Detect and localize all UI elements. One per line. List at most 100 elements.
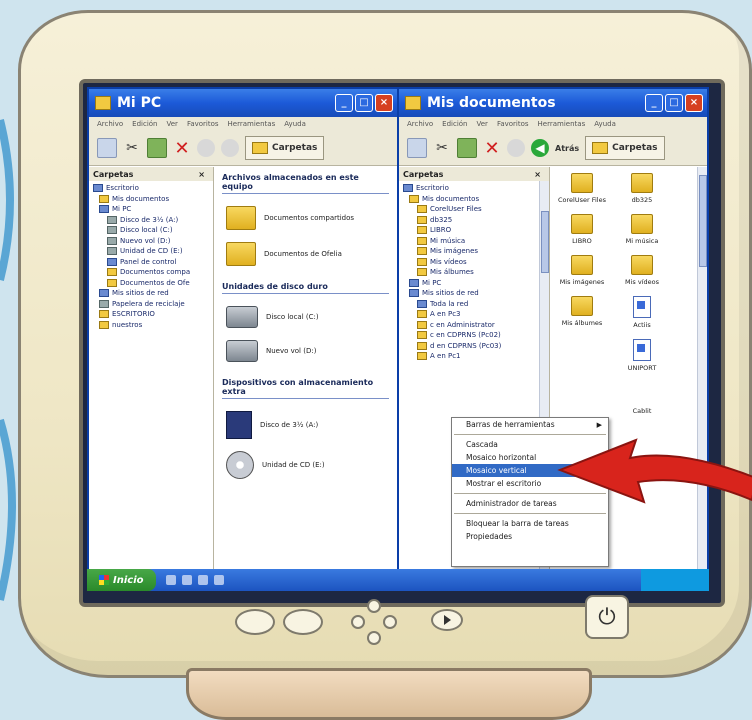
tree-item[interactable]: Escritorio	[403, 183, 549, 194]
menu-ayuda[interactable]: Ayuda	[284, 120, 306, 128]
delete-icon[interactable]: ✕	[173, 138, 191, 159]
scrollbar-thumb[interactable]	[541, 211, 549, 273]
start-button[interactable]: Inicio	[87, 569, 156, 591]
file-item[interactable]: UNIPORT	[614, 339, 670, 372]
file-item[interactable]	[554, 339, 610, 372]
tree-item[interactable]: Mis documentos	[93, 194, 213, 205]
menu-item-lock-taskbar[interactable]: Bloquear la barra de tareas	[452, 517, 608, 530]
tree-item[interactable]: Mis sitios de red	[403, 288, 549, 299]
mi-pc-window[interactable]: Mi PC _ □ × Archivo Edición Ver Favorito…	[87, 87, 399, 573]
tree-item[interactable]: Toda la red	[403, 299, 549, 310]
quick-launch-icon[interactable]	[165, 575, 176, 585]
tree-item[interactable]: Disco local (C:)	[93, 225, 213, 236]
menu-item-properties[interactable]: Propiedades	[452, 530, 608, 543]
pane-close-icon[interactable]: ×	[534, 170, 541, 179]
maximize-icon[interactable]: □	[665, 94, 683, 112]
mis-documentos-titlebar[interactable]: Mis documentos _ □ ×	[399, 89, 707, 117]
tree-item[interactable]: Mis imágenes	[403, 246, 549, 257]
tree-item[interactable]: Nuevo vol (D:)	[93, 236, 213, 247]
dpad-icon	[351, 599, 397, 645]
tree-item[interactable]: A en Pc1	[403, 351, 549, 362]
tree-item[interactable]: LIBRO	[403, 225, 549, 236]
paste-icon[interactable]	[147, 138, 167, 158]
tree-item[interactable]: Mis sitios de red	[93, 288, 213, 299]
file-item[interactable]: Actiis	[614, 296, 670, 329]
tree-item[interactable]: Unidad de CD (E:)	[93, 246, 213, 257]
folder-icon	[99, 320, 109, 329]
cut-icon[interactable]: ✂	[433, 139, 451, 157]
menu-favoritos[interactable]: Favoritos	[497, 120, 529, 128]
maximize-icon[interactable]: □	[355, 94, 373, 112]
pane-close-icon[interactable]: ×	[198, 170, 205, 179]
menu-ver[interactable]: Ver	[477, 120, 488, 128]
menu-edicion[interactable]: Edición	[132, 120, 157, 128]
folder-item[interactable]: LIBRO	[554, 214, 610, 245]
close-icon[interactable]: ×	[685, 94, 703, 112]
paste-icon[interactable]	[457, 138, 477, 158]
taskbar[interactable]: Inicio	[87, 569, 709, 591]
folder-item[interactable]: Mis álbumes	[554, 296, 610, 329]
folder-icon	[107, 278, 117, 287]
scrollbar-thumb[interactable]	[699, 175, 707, 267]
folder-item[interactable]: Mi música	[614, 214, 670, 245]
shared-folder-item[interactable]: Documentos compartidos	[226, 206, 397, 230]
menu-archivo[interactable]: Archivo	[97, 120, 123, 128]
close-icon[interactable]: ×	[375, 94, 393, 112]
tree-item[interactable]: Documentos compa	[93, 267, 213, 278]
tree-item[interactable]: Mi música	[403, 236, 549, 247]
folder-item[interactable]: Mis imágenes	[554, 255, 610, 286]
drive-d-item[interactable]: Nuevo vol (D:)	[226, 340, 397, 362]
folder-item[interactable]: db325	[614, 173, 670, 204]
copy-icon[interactable]	[97, 138, 117, 158]
file-item[interactable]	[554, 382, 610, 415]
tree-item[interactable]: c en CDPRNS (Pc02)	[403, 330, 549, 341]
menu-ayuda[interactable]: Ayuda	[594, 120, 616, 128]
tree-item[interactable]: Disco de 3½ (A:)	[93, 215, 213, 226]
menu-archivo[interactable]: Archivo	[407, 120, 433, 128]
folder-item[interactable]: CorelUser Files	[554, 173, 610, 204]
menu-herramientas[interactable]: Herramientas	[228, 120, 276, 128]
user-folder-item[interactable]: Documentos de Ofelia	[226, 242, 397, 266]
floppy-item[interactable]: Disco de 3½ (A:)	[226, 411, 397, 439]
tree-item[interactable]: Mis álbumes	[403, 267, 549, 278]
folders-button[interactable]: Carpetas	[585, 136, 665, 160]
tree-item[interactable]: Mis vídeos	[403, 257, 549, 268]
mi-pc-titlebar[interactable]: Mi PC _ □ ×	[89, 89, 397, 117]
quick-launch-icon[interactable]	[197, 575, 208, 585]
menu-ver[interactable]: Ver	[167, 120, 178, 128]
menu-edicion[interactable]: Edición	[442, 120, 467, 128]
tree-item[interactable]: Mi PC	[93, 204, 213, 215]
tree-item[interactable]: Escritorio	[93, 183, 213, 194]
tree-item[interactable]: Papelera de reciclaje	[93, 299, 213, 310]
tree-item[interactable]: c en Administrator	[403, 320, 549, 331]
file-item[interactable]: Cablit	[614, 382, 670, 415]
back-icon[interactable]	[221, 139, 239, 157]
minimize-icon[interactable]: _	[335, 94, 353, 112]
tree-item[interactable]: Mis documentos	[403, 194, 549, 205]
undo-icon[interactable]	[507, 139, 525, 157]
back-icon[interactable]: ◀	[531, 139, 549, 157]
tree-item[interactable]: CorelUser Files	[403, 204, 549, 215]
tree-item[interactable]: nuestros	[93, 320, 213, 331]
tree-item[interactable]: Mi PC	[403, 278, 549, 289]
delete-icon[interactable]: ✕	[483, 138, 501, 159]
tree-item[interactable]: A en Pc3	[403, 309, 549, 320]
cd-item[interactable]: Unidad de CD (E:)	[226, 451, 397, 479]
folder-item[interactable]: Mis vídeos	[614, 255, 670, 286]
quick-launch-icon[interactable]	[181, 575, 192, 585]
folders-button[interactable]: Carpetas	[245, 136, 325, 160]
undo-icon[interactable]	[197, 139, 215, 157]
minimize-icon[interactable]: _	[645, 94, 663, 112]
tree-item[interactable]: ESCRITORIO	[93, 309, 213, 320]
tree-item[interactable]: Documentos de Ofe	[93, 278, 213, 289]
back-label[interactable]: Atrás	[555, 144, 579, 153]
tree-item[interactable]: db325	[403, 215, 549, 226]
quick-launch-icon[interactable]	[213, 575, 224, 585]
tree-item[interactable]: d en CDPRNS (Pc03)	[403, 341, 549, 352]
cut-icon[interactable]: ✂	[123, 139, 141, 157]
menu-favoritos[interactable]: Favoritos	[187, 120, 219, 128]
copy-icon[interactable]	[407, 138, 427, 158]
menu-herramientas[interactable]: Herramientas	[538, 120, 586, 128]
tree-item[interactable]: Panel de control	[93, 257, 213, 268]
drive-c-item[interactable]: Disco local (C:)	[226, 306, 397, 328]
